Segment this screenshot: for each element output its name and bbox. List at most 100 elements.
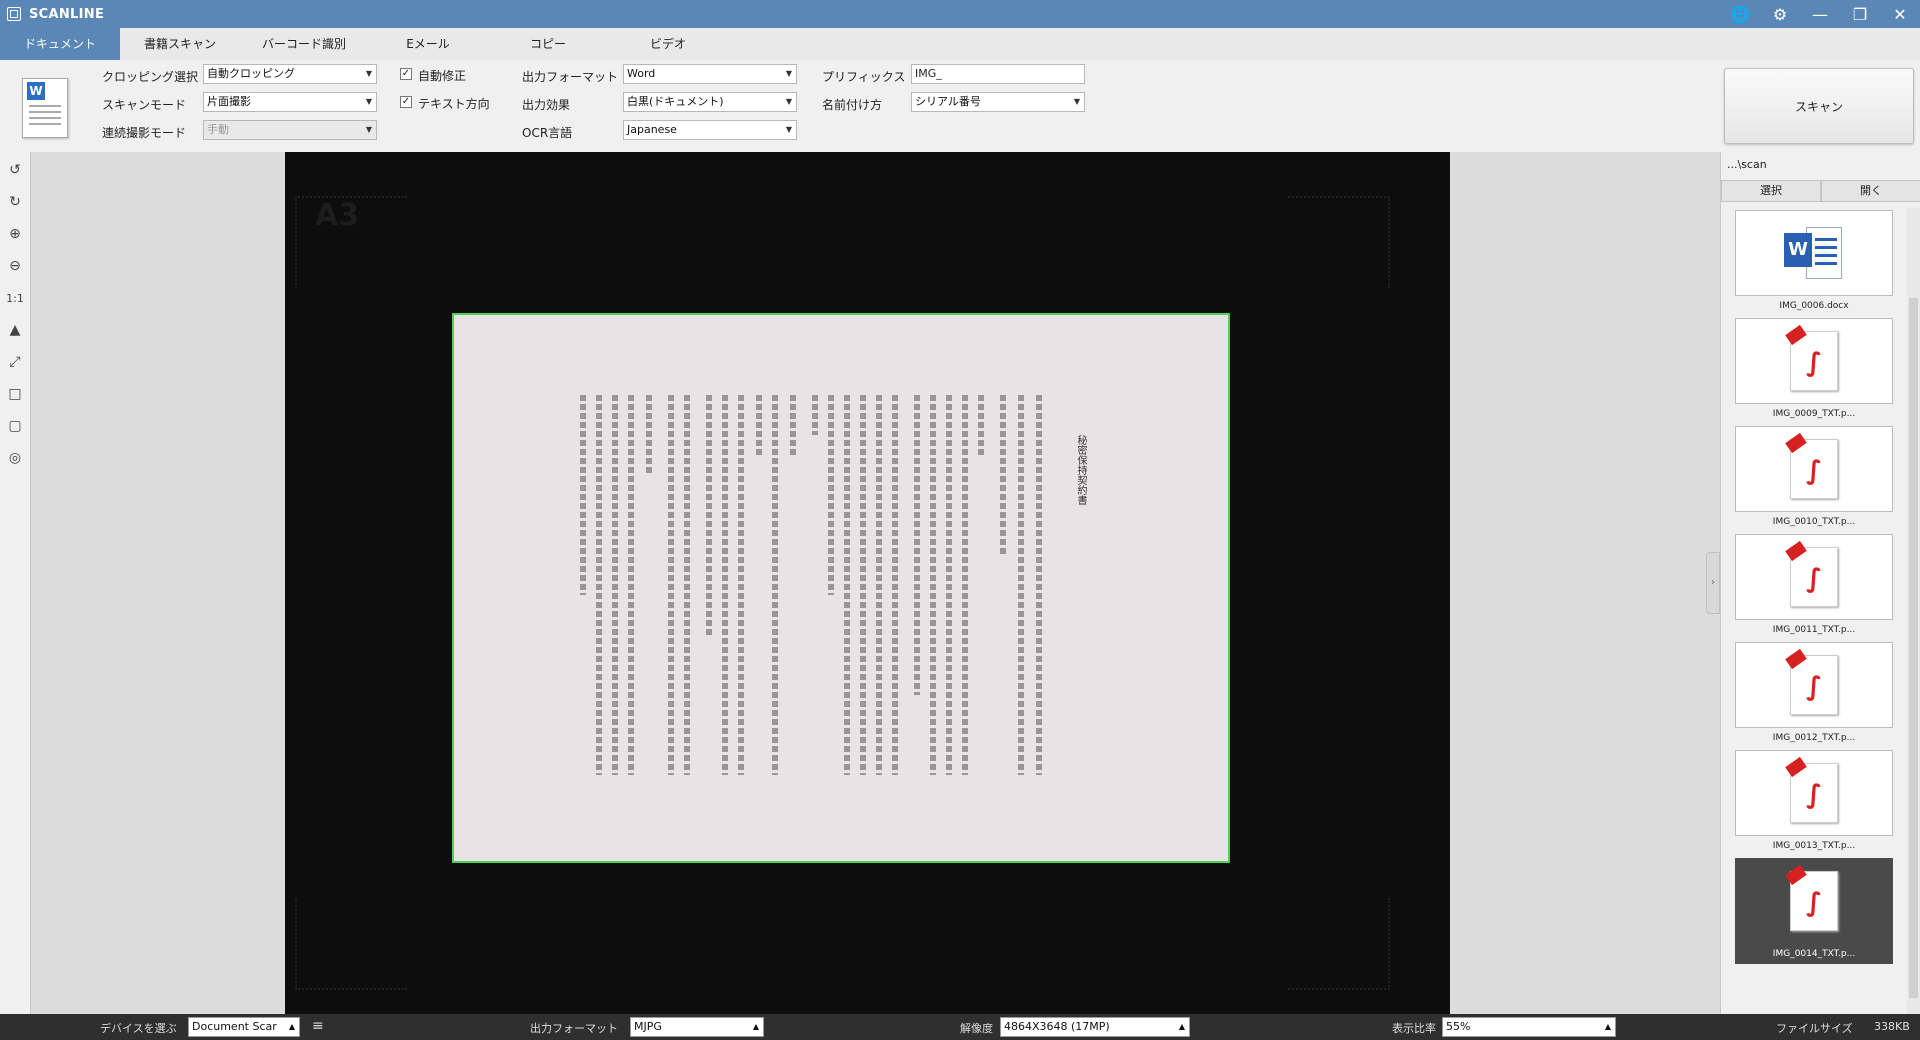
window-controls: 🌐 ⚙ — ❐ ✕ [1720, 0, 1920, 28]
prefix-label: プリフィックス [822, 70, 906, 84]
status-bar: デバイスを選ぶ Document Scar ▲ ≡ 出力フォーマット MJPG ▲ … [0, 1014, 1920, 1040]
pdf-file-icon: ∫ [1785, 432, 1838, 499]
dropdown-arrow-icon: ▼ [365, 125, 372, 134]
file-thumbnail[interactable]: W IMG_0006.docx [1735, 210, 1893, 316]
thumbnail-scrollbar[interactable] [1907, 208, 1920, 1014]
tab-video[interactable]: ビデオ [608, 28, 728, 60]
file-name: IMG_0014_TXT.p... [1772, 949, 1856, 959]
actual-size-icon[interactable]: 1:1 [2, 284, 28, 312]
file-name: IMG_0010_TXT.p... [1772, 517, 1856, 527]
select-folder-button[interactable]: 選択 [1721, 180, 1821, 202]
file-name: IMG_0013_TXT.p... [1772, 841, 1856, 851]
mode-tabs: ドキュメント 書籍スキャン バーコード識別 Eメール コピー ビデオ [0, 28, 1920, 61]
restore-icon[interactable]: ❐ [1840, 0, 1880, 28]
tab-email[interactable]: Eメール [368, 28, 488, 60]
file-panel: ...\scan 選択 開く W IMG_0006.docx ∫ IMG_000… [1720, 152, 1920, 1014]
stamp-icon[interactable]: ▲ [2, 316, 28, 344]
pdf-file-icon: ∫ [1785, 648, 1838, 715]
camera-preview[interactable]: A3 秘密保持契約書 [285, 152, 1450, 1014]
textdir-checkbox[interactable]: ✓ [400, 96, 412, 108]
title-bar: SCANLINE 🌐 ⚙ — ❐ ✕ [0, 0, 1920, 28]
crop-label: クロッピング選択 [102, 70, 199, 84]
globe-icon[interactable]: 🌐 [1720, 0, 1760, 28]
dropdown-arrow-icon: ▲ [288, 1022, 295, 1031]
pdf-file-icon: ∫ [1785, 864, 1838, 931]
file-thumbnail[interactable]: ∫ IMG_0011_TXT.p... [1735, 534, 1893, 640]
file-thumbnail[interactable]: ∫ IMG_0013_TXT.p... [1735, 750, 1893, 856]
file-thumbnail[interactable]: ∫ IMG_0010_TXT.p... [1735, 426, 1893, 532]
app-title: SCANLINE [29, 6, 105, 22]
naming-label: 名前付け方 [822, 98, 883, 112]
file-name: IMG_0011_TXT.p... [1772, 625, 1856, 635]
dropdown-arrow-icon: ▲ [752, 1022, 759, 1031]
word-file-icon: W [1784, 225, 1842, 279]
dropdown-arrow-icon: ▲ [1178, 1022, 1185, 1031]
thumbnail-list: W IMG_0006.docx ∫ IMG_0009_TXT.p... ∫ IM… [1721, 208, 1907, 964]
device-settings-icon[interactable]: ≡ [312, 1018, 324, 1034]
scanmode-label: スキャンモード [102, 98, 187, 112]
open-folder-button[interactable]: 開く [1821, 180, 1920, 202]
autocorrect-label: 自動修正 [418, 69, 467, 83]
webcam-icon[interactable]: ◎ [2, 444, 28, 472]
file-name: IMG_0009_TXT.p... [1772, 409, 1856, 419]
left-toolbar: ↺ ↻ ⊕ ⊖ 1:1 ▲ ⤢ □ ▢ ◎ [0, 152, 31, 1014]
scan-button[interactable]: スキャン [1724, 68, 1914, 144]
rotate-left-icon[interactable]: ↺ [2, 156, 28, 184]
zoom-select[interactable]: 55% ▲ [1442, 1017, 1616, 1037]
resolution-label: 解像度 [960, 1022, 993, 1035]
word-document-icon: W [22, 78, 68, 138]
filesize-value: 338KB [1874, 1020, 1910, 1033]
output-path: ...\scan [1727, 158, 1767, 171]
file-name: IMG_0006.docx [1779, 301, 1849, 311]
filesize-label: ファイルサイズ [1776, 1022, 1853, 1035]
continuous-select: 手動 ▼ [203, 120, 377, 140]
file-name: IMG_0012_TXT.p... [1772, 733, 1856, 743]
ocr-select[interactable]: Japanese ▼ [623, 120, 797, 140]
resolution-select[interactable]: 4864X3648 (17MP) ▲ [1000, 1017, 1190, 1037]
settings-ribbon: W クロッピング選択 自動クロッピング ▼ スキャンモード 片面撮影 ▼ 連続撮影モ… [0, 60, 1920, 153]
dropdown-arrow-icon: ▼ [785, 97, 792, 106]
rotate-right-icon[interactable]: ↻ [2, 188, 28, 216]
auto-crop-icon[interactable]: □ [2, 380, 28, 408]
naming-select[interactable]: シリアル番号 ▼ [911, 92, 1085, 112]
device-select[interactable]: Document Scar ▲ [188, 1017, 300, 1037]
guide-corner [295, 196, 407, 288]
close-icon[interactable]: ✕ [1880, 0, 1920, 28]
prefix-input[interactable]: IMG_ [911, 64, 1085, 84]
effect-label: 出力効果 [522, 98, 571, 112]
dropdown-arrow-icon: ▼ [785, 69, 792, 78]
tab-document[interactable]: ドキュメント [0, 28, 120, 60]
status-format-label: 出力フォーマット [530, 1022, 618, 1035]
format-select[interactable]: Word ▼ [623, 64, 797, 84]
app-logo-icon [7, 7, 21, 21]
scanmode-select[interactable]: 片面撮影 ▼ [203, 92, 377, 112]
tab-barcode[interactable]: バーコード識別 [240, 28, 368, 60]
pdf-file-icon: ∫ [1785, 540, 1838, 607]
file-thumbnail-selected[interactable]: ∫ IMG_0014_TXT.p... [1735, 858, 1893, 964]
fit-screen-icon[interactable]: ⤢ [2, 348, 28, 376]
ocr-label: OCR言語 [522, 126, 573, 140]
status-format-select[interactable]: MJPG ▲ [630, 1017, 764, 1037]
file-thumbnail[interactable]: ∫ IMG_0012_TXT.p... [1735, 642, 1893, 748]
zoom-in-icon[interactable]: ⊕ [2, 220, 28, 248]
file-thumbnail[interactable]: ∫ IMG_0009_TXT.p... [1735, 318, 1893, 424]
panel-collapse-toggle[interactable]: › [1706, 552, 1720, 614]
dropdown-arrow-icon: ▼ [365, 69, 372, 78]
guide-corner [295, 898, 407, 990]
format-label: 出力フォーマット [522, 70, 619, 84]
document-text-block: 秘密保持契約書 [574, 395, 1114, 775]
zoom-out-icon[interactable]: ⊖ [2, 252, 28, 280]
device-label: デバイスを選ぶ [100, 1022, 177, 1035]
autocorrect-checkbox[interactable]: ✓ [400, 68, 412, 80]
tab-book-scan[interactable]: 書籍スキャン [120, 28, 240, 60]
manual-crop-icon[interactable]: ▢ [2, 412, 28, 440]
gear-icon[interactable]: ⚙ [1760, 0, 1800, 28]
zoom-label: 表示比率 [1392, 1022, 1436, 1035]
tab-copy[interactable]: コピー [488, 28, 608, 60]
minimize-icon[interactable]: — [1800, 0, 1840, 28]
path-buttons: 選択 開く [1721, 180, 1920, 202]
effect-select[interactable]: 白黒(ドキュメント) ▼ [623, 92, 797, 112]
crop-select[interactable]: 自動クロッピング ▼ [203, 64, 377, 84]
pdf-file-icon: ∫ [1785, 324, 1838, 391]
detected-document-frame[interactable]: 秘密保持契約書 [452, 313, 1230, 863]
